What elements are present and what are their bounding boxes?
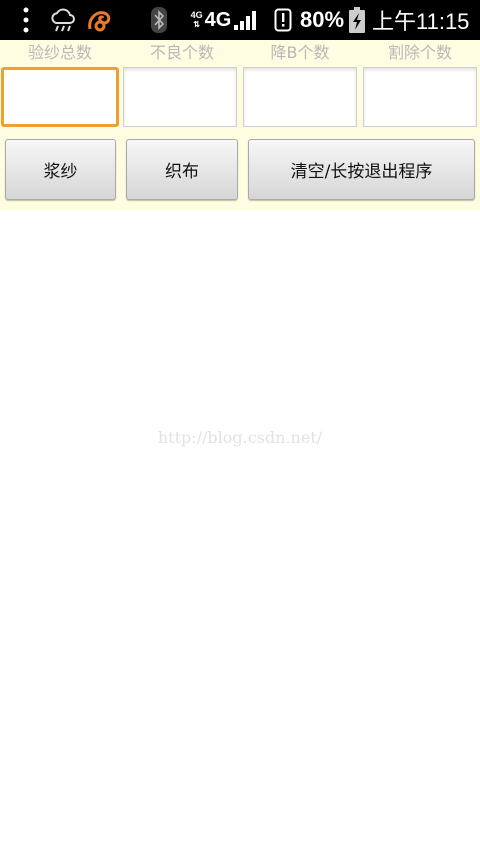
label-defective-count: 不良个数 [149, 43, 214, 62]
battery-percent: 80% [299, 7, 345, 32]
total-checked-input[interactable] [4, 70, 116, 124]
total-checked-field-wrapper [1, 67, 119, 127]
battery-charging-icon [346, 0, 368, 40]
sizing-button[interactable]: 浆纱 [5, 139, 116, 200]
uc-browser-icon [84, 0, 114, 40]
column-labels: 验纱总数 不良个数 降B个数 割除个数 [0, 42, 480, 64]
grade-b-count-input[interactable] [244, 68, 356, 126]
weather-cloud-icon [48, 0, 78, 40]
weaving-button[interactable]: 织布 [126, 139, 238, 200]
network-small-label: 4G ⇅ [190, 10, 203, 30]
bluetooth-icon [146, 0, 172, 40]
network-type-label: 4G [204, 8, 232, 31]
removed-count-input[interactable] [364, 68, 476, 126]
label-removed-count: 割除个数 [387, 43, 452, 62]
defective-count-field-wrapper [123, 67, 237, 127]
label-total-checked: 验纱总数 [27, 43, 92, 62]
label-grade-b-count: 降B个数 [270, 43, 330, 62]
clear-exit-button[interactable]: 清空/长按退出程序 [248, 139, 475, 200]
removed-count-field-wrapper [363, 67, 477, 127]
signal-icon [234, 11, 257, 30]
grade-b-count-field-wrapper [243, 67, 357, 127]
network-indicator: 4G ⇅ 4G [182, 0, 268, 40]
defective-count-input[interactable] [124, 68, 236, 126]
status-bar: 4G ⇅ 4G 80% 上午11:15 [0, 0, 480, 40]
menu-dots-icon[interactable] [14, 0, 38, 40]
alert-icon [270, 0, 296, 40]
watermark-text: http://blog.csdn.net/ [157, 428, 323, 447]
clock: 上午11:15 [372, 9, 470, 34]
